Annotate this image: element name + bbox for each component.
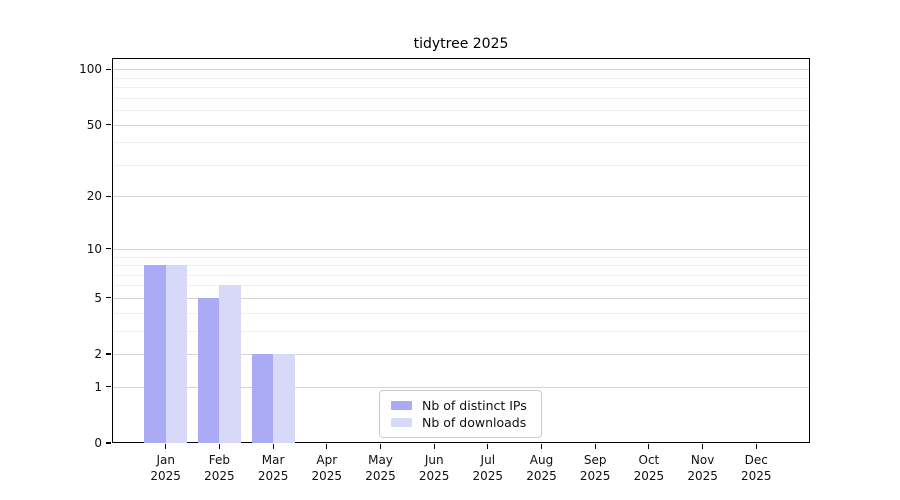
- x-tick-mark: [756, 444, 757, 449]
- y-tick-label: 100: [52, 61, 102, 77]
- y-tick-mark: [106, 386, 111, 387]
- y-tick-label: 50: [52, 117, 102, 133]
- bar-nb-of-downloads-mar: [273, 354, 295, 443]
- y-tick-mark: [106, 353, 111, 354]
- legend-label-downloads: Nb of downloads: [422, 415, 526, 430]
- bar-nb-of-downloads-jan: [166, 265, 188, 443]
- gridline-minor: [113, 275, 809, 276]
- legend-label-distinct-ips: Nb of distinct IPs: [422, 398, 527, 413]
- bar-nb-of-distinct-ips-feb: [198, 298, 220, 443]
- y-tick-label: 1: [52, 379, 102, 395]
- gridline-major: [113, 196, 809, 197]
- x-tick-mark: [595, 444, 596, 449]
- gridline-minor: [113, 87, 809, 88]
- gridline-major: [113, 125, 809, 126]
- x-tick-mark: [702, 444, 703, 449]
- y-tick-label: 0: [52, 435, 102, 451]
- gridline-major: [113, 249, 809, 250]
- gridline-minor: [113, 285, 809, 286]
- bar-nb-of-distinct-ips-mar: [252, 354, 274, 443]
- y-tick-label: 2: [52, 346, 102, 362]
- x-tick-mark: [487, 444, 488, 449]
- y-tick-mark: [106, 248, 111, 249]
- y-tick-mark: [106, 442, 111, 443]
- x-tick-mark: [273, 444, 274, 449]
- y-tick-label: 20: [52, 188, 102, 204]
- y-tick-mark: [106, 69, 111, 70]
- gridline-minor: [113, 110, 809, 111]
- gridline-minor: [113, 165, 809, 166]
- x-tick-mark: [434, 444, 435, 449]
- legend-entry-downloads: Nb of downloads: [391, 415, 531, 430]
- y-tick-mark: [106, 124, 111, 125]
- bar-nb-of-downloads-feb: [219, 285, 241, 443]
- x-tick-mark: [219, 444, 220, 449]
- gridline-minor: [113, 98, 809, 99]
- chart-title: tidytree 2025: [112, 36, 810, 52]
- x-tick-mark: [380, 444, 381, 449]
- y-tick-label: 10: [52, 241, 102, 257]
- legend-swatch-distinct-ips: [391, 401, 412, 410]
- legend-swatch-downloads: [391, 418, 412, 427]
- x-tick-mark: [541, 444, 542, 449]
- x-tick-label-dec: Dec 2025: [724, 453, 788, 484]
- legend: Nb of distinct IPs Nb of downloads: [379, 390, 542, 438]
- figure: tidytree 2025 Nb of distinct IPs Nb of d…: [0, 0, 900, 500]
- y-tick-mark: [106, 297, 111, 298]
- gridline-major: [113, 69, 809, 70]
- x-tick-mark: [326, 444, 327, 449]
- x-tick-mark: [165, 444, 166, 449]
- x-tick-mark: [648, 444, 649, 449]
- y-tick-label: 5: [52, 290, 102, 306]
- gridline-minor: [113, 78, 809, 79]
- gridline-minor: [113, 142, 809, 143]
- y-tick-mark: [106, 196, 111, 197]
- gridline-minor: [113, 257, 809, 258]
- legend-entry-distinct-ips: Nb of distinct IPs: [391, 398, 531, 413]
- gridline-minor: [113, 265, 809, 266]
- bar-nb-of-distinct-ips-jan: [144, 265, 166, 443]
